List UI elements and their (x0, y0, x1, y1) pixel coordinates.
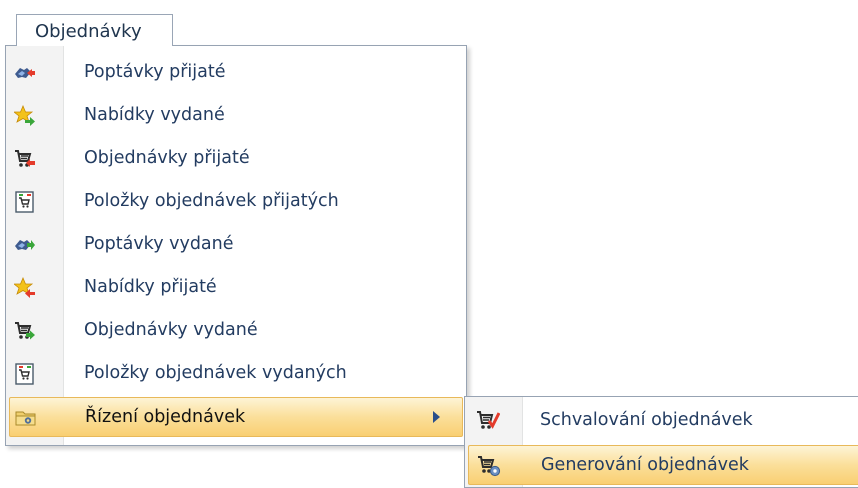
menu-tab-label: Objednávky (35, 21, 142, 42)
menu-item-poptavky-prijate[interactable]: Poptávky přijaté (9, 53, 463, 93)
menu-item-label: Nabídky vydané (84, 105, 225, 125)
menu-item-label: Řízení objednávek (85, 407, 246, 427)
star-out-icon (12, 104, 36, 127)
cart-out-icon (14, 320, 36, 342)
menu-tab-objednavky[interactable]: Objednávky (16, 14, 173, 46)
menu-item-nabidky-vydane[interactable]: Nabídky vydané (9, 96, 463, 136)
menu-item-label: Poptávky vydané (84, 234, 234, 254)
menu-item-label: Objednávky vydané (84, 320, 258, 340)
menu-item-label: Položky objednávek vydaných (84, 363, 347, 383)
submenu-item-generovani[interactable]: Generování objednávek (468, 445, 858, 485)
folder-icon (15, 407, 37, 429)
menu-item-rizeni-objednavek[interactable]: Řízení objednávek (9, 397, 463, 437)
menu-item-poptavky-vydane[interactable]: Poptávky vydané (9, 225, 463, 265)
menu-item-objednavky-vydane[interactable]: Objednávky vydané (9, 311, 463, 351)
menu-item-label: Poptávky přijaté (84, 62, 226, 82)
menu-item-label: Objednávky přijaté (84, 148, 250, 168)
cart-gear-icon (477, 454, 501, 478)
menu-item-polozky-prijatych[interactable]: Položky objednávek přijatých (9, 182, 463, 222)
handshake-out-icon (14, 234, 36, 256)
document-cart-icon (14, 191, 36, 213)
dropdown-menu: Poptávky přijaté Nabídky vydané Objednáv… (5, 45, 467, 446)
document-cart-icon (14, 363, 36, 385)
handshake-in-icon (14, 62, 36, 84)
cart-in-icon (14, 148, 36, 170)
submenu-rizeni-objednavek: Schvalování objednávek Generování objedn… (464, 396, 858, 488)
submenu-item-label: Schvalování objednávek (540, 410, 753, 430)
submenu-item-label: Generování objednávek (541, 455, 749, 475)
menu-item-label: Položky objednávek přijatých (84, 191, 339, 211)
submenu-arrow-icon (433, 411, 440, 423)
cart-check-icon (476, 409, 501, 433)
menu-stage: Objednávky Poptávky přijaté Nabídky vyda… (0, 0, 858, 488)
menu-item-polozky-vydanych[interactable]: Položky objednávek vydaných (9, 354, 463, 394)
star-in-icon (12, 276, 36, 299)
menu-item-nabidky-prijate[interactable]: Nabídky přijaté (9, 268, 463, 308)
submenu-item-schvalovani[interactable]: Schvalování objednávek (468, 401, 858, 441)
menu-item-label: Nabídky přijaté (84, 277, 217, 297)
menu-item-objednavky-prijate[interactable]: Objednávky přijaté (9, 139, 463, 179)
